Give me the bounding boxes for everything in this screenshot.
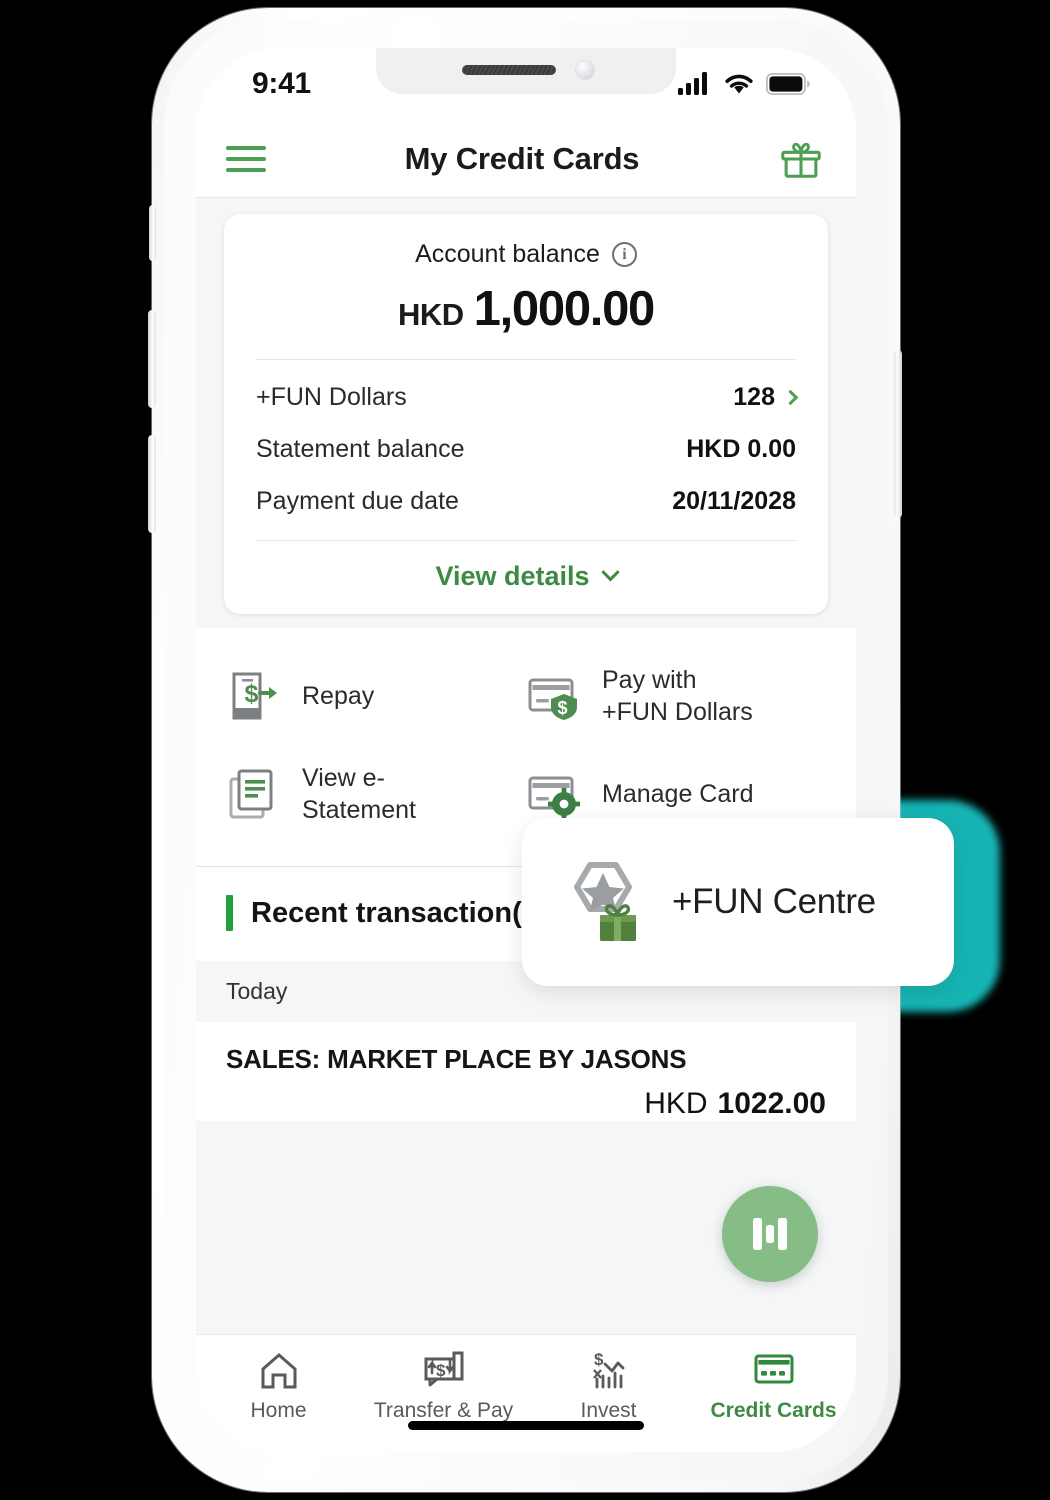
home-icon <box>261 1353 296 1389</box>
battery-icon <box>766 73 810 95</box>
shortcut-view-e-statement-label: View e- Statement <box>302 763 416 825</box>
balance-value: 1,000.00 <box>473 282 656 336</box>
power-button[interactable] <box>894 350 902 518</box>
tab-transfer-and-pay-label: Transfer & Pay <box>373 1399 514 1422</box>
silent-switch-button[interactable] <box>149 205 156 261</box>
view-details-button[interactable]: View details <box>256 541 796 592</box>
chevron-down-icon <box>600 563 620 582</box>
transaction-amount-row: HKD 1022.00 <box>226 1087 826 1121</box>
tab-invest[interactable]: $ Invest <box>526 1349 691 1423</box>
statement-balance-value: HKD 0.00 <box>686 434 796 463</box>
hamburger-menu-icon[interactable] <box>226 145 266 172</box>
account-balance-card: Account balance i HKD 1,000.00 +FUN Doll… <box>224 214 828 614</box>
fun-dollars-label: +FUN Dollars <box>256 382 407 411</box>
assistant-fab-button[interactable] <box>722 1186 818 1282</box>
home-indicator <box>408 1421 644 1430</box>
tab-home-label: Home <box>250 1399 307 1422</box>
card-gear-icon <box>528 776 580 820</box>
earpiece-speaker <box>462 65 556 75</box>
statement-balance-label: Statement balance <box>256 434 465 463</box>
shortcut-repay-label: Repay <box>302 681 375 710</box>
transaction-row[interactable]: SALES: MARKET PLACE BY JASONS HKD 1022.0… <box>196 1022 856 1121</box>
svg-text:$: $ <box>594 1350 604 1369</box>
fun-dollars-value: 128 <box>733 382 775 411</box>
tab-invest-label: Invest <box>580 1399 637 1422</box>
amount-spacer <box>708 1087 718 1121</box>
app-header: My Credit Cards <box>196 120 856 198</box>
tab-credit-cards[interactable]: Credit Cards <box>691 1349 856 1423</box>
account-balance-amount: HKD 1,000.00 <box>256 281 796 337</box>
transaction-currency: HKD <box>644 1087 708 1120</box>
info-icon[interactable]: i <box>611 242 637 267</box>
assistant-icon <box>753 1218 787 1250</box>
content-scroll-area[interactable]: Account balance i HKD 1,000.00 +FUN Doll… <box>196 198 856 1334</box>
shortcut-pay-with-fun-dollars[interactable]: $ Pay with +FUN Dollars <box>526 650 826 742</box>
bottom-tab-bar: Home $ Transfer & Pay $ Invest Credit Ca… <box>196 1334 856 1452</box>
repay-dollar-icon: $ <box>232 672 277 720</box>
volume-up-button[interactable] <box>148 310 156 408</box>
screenshot-stage: 9:41 My Credit Cards Account balance i H… <box>0 0 1050 1500</box>
phone-notch <box>376 48 676 94</box>
statement-balance-row: Statement balance HKD 0.00 <box>256 412 796 464</box>
tab-credit-cards-label: Credit Cards <box>710 1399 837 1422</box>
transaction-merchant: SALES: MARKET PLACE BY JASONS <box>226 1044 687 1074</box>
svg-text:$: $ <box>436 1361 446 1380</box>
fun-centre-callout[interactable]: +FUN Centre <box>522 818 954 986</box>
credit-card-icon <box>754 1354 793 1384</box>
tab-transfer-and-pay[interactable]: $ Transfer & Pay <box>361 1349 526 1423</box>
section-accent-bar <box>226 895 233 931</box>
payment-due-date-row: Payment due date 20/11/2028 <box>256 464 796 516</box>
transfer-pay-icon: $ <box>424 1351 463 1387</box>
invest-chart-icon: $ <box>592 1350 624 1389</box>
documents-icon <box>229 769 273 819</box>
gift-icon[interactable] <box>778 136 824 182</box>
balance-currency: HKD <box>397 297 464 332</box>
app-screen: 9:41 My Credit Cards Account balance i H… <box>196 48 856 1452</box>
shortcut-pay-with-fun-dollars-label: Pay with +FUN Dollars <box>602 665 753 727</box>
tab-home[interactable]: Home <box>196 1349 361 1423</box>
card-dollar-shield-icon: $ <box>528 678 577 720</box>
fun-dollars-value-group: 128 <box>733 382 799 412</box>
view-details-label: View details <box>435 561 590 591</box>
svg-text:$: $ <box>558 698 568 718</box>
chevron-right-icon <box>782 389 799 405</box>
phone-screen-bezel: 9:41 My Credit Cards Account balance i H… <box>196 48 856 1452</box>
status-bar-time: 9:41 <box>252 67 311 100</box>
payment-due-date-label: Payment due date <box>256 486 459 515</box>
status-bar-indicators <box>678 72 810 96</box>
account-balance-heading: Account balance i <box>256 240 796 269</box>
shortcut-repay[interactable]: $ Repay <box>226 650 526 742</box>
transaction-amount: 1022.00 <box>717 1087 826 1120</box>
shortcut-manage-card-label: Manage Card <box>602 779 754 808</box>
volume-down-button[interactable] <box>148 435 156 533</box>
fun-centre-label: +FUN Centre <box>672 882 876 921</box>
page-title: My Credit Cards <box>404 140 640 176</box>
recent-transactions-title: Recent transaction(s) <box>251 896 548 929</box>
shortcut-view-e-statement[interactable]: View e- Statement <box>226 748 526 840</box>
fun-dollars-row[interactable]: +FUN Dollars 128 <box>256 360 799 412</box>
cellular-signal-icon <box>678 72 707 95</box>
front-camera <box>576 61 594 79</box>
wifi-icon <box>725 74 753 94</box>
account-balance-label: Account balance <box>415 240 600 268</box>
svg-text:$: $ <box>245 680 259 708</box>
payment-due-date-value: 20/11/2028 <box>672 486 796 515</box>
star-hexagon-gift-icon <box>574 862 636 941</box>
